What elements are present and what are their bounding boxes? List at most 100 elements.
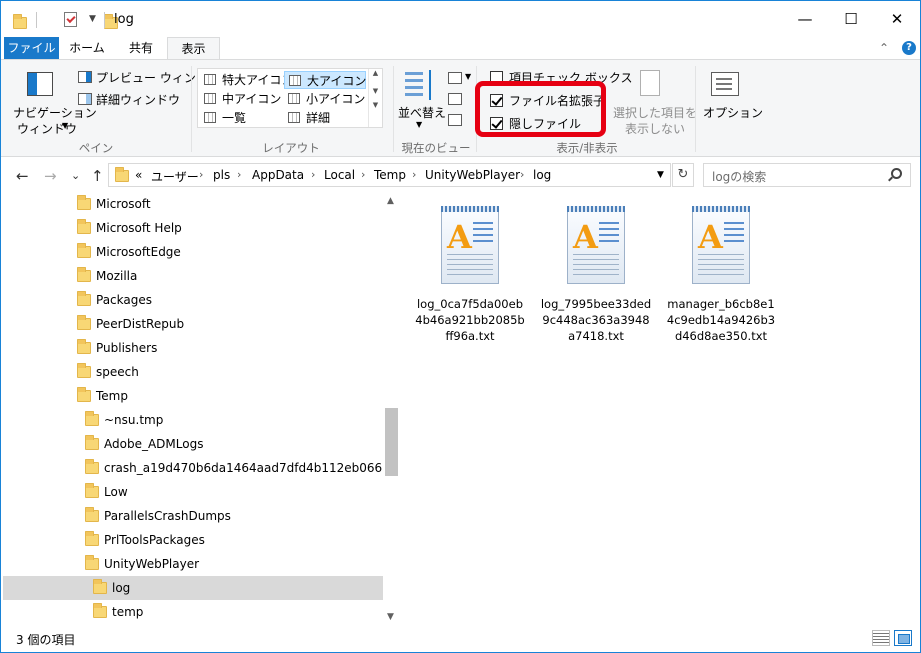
file-item[interactable]: Alog_7995bee33ded9c448ac363a3948a7418.tx… [540,206,652,344]
maximize-button[interactable]: ☐ [828,1,874,37]
refresh-button[interactable]: ↻ [672,163,694,187]
tab-view[interactable]: 表示 [167,37,220,60]
tree-item-label: speech [96,365,139,379]
search-input[interactable]: logの検索 [712,168,766,185]
breadcrumb-log[interactable]: log [533,168,551,182]
folder-icon [85,459,99,474]
breadcrumb-appdata[interactable]: AppData [252,168,304,182]
add-columns-icon[interactable] [448,93,462,105]
recent-locations-button[interactable]: ⌄ [71,169,80,182]
forward-button[interactable]: → [44,167,57,185]
chevron-right-icon[interactable]: › [361,168,365,181]
chevron-down-icon[interactable]: ▼ [369,87,382,95]
details-view-button[interactable] [872,630,890,646]
chevron-right-icon[interactable]: › [311,168,315,181]
group-divider [393,66,394,152]
scrollbar-thumb[interactable] [385,408,398,476]
group-by-caret-icon[interactable]: ▼ [465,72,471,81]
breadcrumb-pls[interactable]: pls [213,168,230,182]
tab-share[interactable]: 共有 [115,37,167,60]
folder-icon [77,219,91,234]
folder-icon [85,483,99,498]
layout-small-icons[interactable]: 小アイコン [284,90,366,108]
large-icons-view-button[interactable] [894,630,912,646]
divider [36,12,37,28]
tree-item-label: crash_a19d470b6da1464aad7dfd4b112eb066 [104,461,383,475]
ribbon: ナビゲーション ウィンドウ ▼ プレビュー ウィンドウ 詳細ウィンドウ ペイン … [1,59,920,157]
layout-list[interactable]: 一覧 [200,109,282,127]
size-columns-icon[interactable] [448,114,462,126]
folder-icon [93,603,107,618]
properties-icon[interactable] [63,12,77,27]
navigation-pane-button[interactable]: ナビゲーション [13,104,97,121]
navigation-pane-icon [27,72,53,96]
breadcrumb-unitywebplayer[interactable]: UnityWebPlayer [425,168,520,182]
hide-selected-button[interactable]: 選択した項目を [613,104,697,121]
options-button[interactable]: オプション [703,104,763,121]
folder-icon [85,435,99,450]
chevron-right-icon[interactable]: › [199,168,203,181]
tab-home[interactable]: ホーム [61,37,113,60]
layout-gallery-scroll[interactable]: ▲ ▼ ▼ [368,69,382,127]
preview-pane-icon [78,71,92,83]
navigation-pane: ▲ ▼ Microsoft Microsoft Help MicrosoftEdge… [1,194,400,626]
tab-file[interactable]: ファイル [4,37,59,60]
file-name: log_0ca7f5da00eb4b46a921bb2085bff96a.txt [415,297,525,343]
folder-icon[interactable] [13,14,27,29]
help-icon[interactable]: ? [902,41,916,55]
close-button[interactable]: ✕ [874,1,920,37]
small-icons-icon [288,93,300,104]
file-item[interactable]: Amanager_b6cb8e14c9edb14a9426b3d46d8ae35… [665,206,777,344]
hide-selected-button-line2[interactable]: 表示しない [625,120,685,137]
chevron-up-icon[interactable]: ▲ [387,196,394,206]
text-file-icon: A [688,206,754,292]
chevron-right-icon[interactable]: › [237,168,241,181]
layout-extra-large-icons[interactable]: 特大アイコン [200,71,293,89]
sort-caret-icon[interactable]: ▼ [416,120,422,129]
chevron-right-icon[interactable]: › [520,168,524,181]
address-bar[interactable]: « ユーザー › pls › AppData › Local › Temp › … [108,163,671,187]
sort-button[interactable]: 並べ替え [398,104,446,121]
chevron-up-icon[interactable]: ▲ [369,69,382,77]
tree-item-label: PeerDistRepub [96,317,185,331]
highlight-annotation [475,81,606,137]
file-list: Alog_0ca7f5da00eb4b46a921bb2085bff96a.tx… [400,194,920,626]
folder-icon [77,363,91,378]
folder-icon [77,387,91,402]
extra-large-icons-icon [204,74,216,85]
tree-item-label: ~nsu.tmp [104,413,164,427]
tree-scrollbar[interactable]: ▲ ▼ [383,194,400,626]
file-item[interactable]: Alog_0ca7f5da00eb4b46a921bb2085bff96a.tx… [414,206,526,344]
search-box[interactable]: logの検索 [703,163,911,187]
breadcrumb-overflow[interactable]: « [135,168,142,182]
layout-details[interactable]: 詳細 [284,109,366,127]
address-history-icon[interactable]: ▼ [657,170,664,180]
up-button[interactable]: ↑ [91,167,104,185]
text-file-icon: A [437,206,503,292]
options-icon [711,72,739,96]
breadcrumb-local[interactable]: Local [324,168,355,182]
tree-item-label: Packages [96,293,152,307]
status-bar: 3 個の項目 [1,626,920,652]
breadcrumb-users[interactable]: ユーザー [151,168,199,185]
expand-gallery-icon[interactable]: ▼ [369,101,382,109]
hide-selected-icon [640,70,660,96]
breadcrumb-temp[interactable]: Temp [374,168,406,182]
file-name: log_7995bee33ded9c448ac363a3948a7418.txt [540,297,652,343]
back-button[interactable]: ← [16,167,29,185]
folder-icon [85,411,99,426]
minimize-button[interactable]: — [782,1,828,37]
details-pane-button[interactable]: 詳細ウィンドウ [96,91,180,108]
group-divider [695,66,696,152]
collapse-ribbon-icon[interactable]: ⌃ [879,41,889,55]
chevron-right-icon[interactable]: › [412,168,416,181]
search-icon[interactable] [891,168,902,179]
layout-large-icons[interactable]: 大アイコン [284,71,366,89]
chevron-down-icon[interactable]: ▼ [387,612,394,622]
group-by-icon[interactable] [448,72,462,84]
customize-toolbar-icon[interactable]: ▼ [89,14,96,34]
layout-medium-icons[interactable]: 中アイコン [200,90,282,108]
navigation-pane-caret-icon[interactable]: ▼ [62,121,68,130]
sort-icon[interactable] [405,70,439,100]
folder-icon [85,531,99,546]
